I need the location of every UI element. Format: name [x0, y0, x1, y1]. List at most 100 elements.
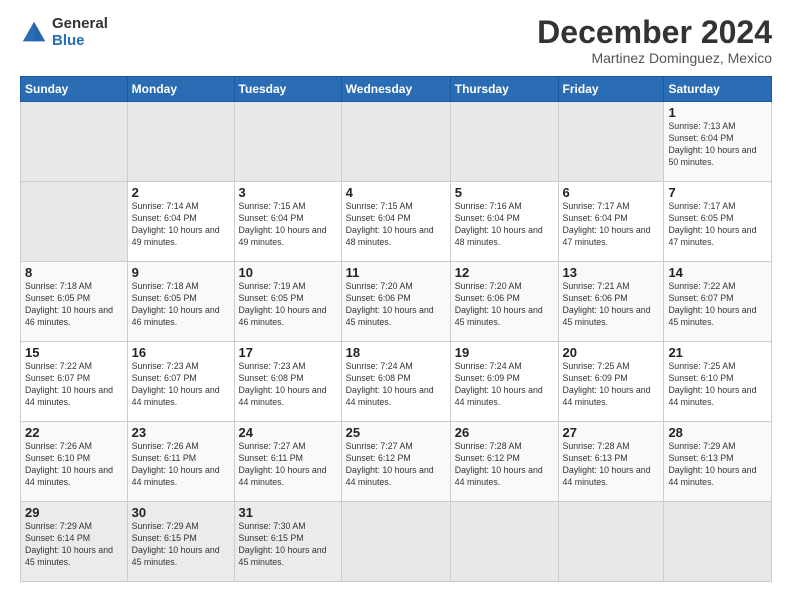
calendar-cell — [127, 102, 234, 182]
day-info: Sunrise: 7:24 AMSunset: 6:09 PMDaylight:… — [455, 361, 554, 409]
day-of-week-header: Thursday — [450, 77, 558, 102]
day-of-week-header: Friday — [558, 77, 664, 102]
calendar-cell: 21Sunrise: 7:25 AMSunset: 6:10 PMDayligh… — [664, 342, 772, 422]
location: Martinez Dominguez, Mexico — [537, 50, 772, 66]
day-number: 15 — [25, 345, 123, 360]
calendar-cell — [664, 502, 772, 582]
day-info: Sunrise: 7:15 AMSunset: 6:04 PMDaylight:… — [346, 201, 446, 249]
day-number: 24 — [239, 425, 337, 440]
day-info: Sunrise: 7:14 AMSunset: 6:04 PMDaylight:… — [132, 201, 230, 249]
calendar-cell: 19Sunrise: 7:24 AMSunset: 6:09 PMDayligh… — [450, 342, 558, 422]
day-number: 8 — [25, 265, 123, 280]
day-number: 30 — [132, 505, 230, 520]
month-title: December 2024 — [537, 16, 772, 48]
day-info: Sunrise: 7:17 AMSunset: 6:04 PMDaylight:… — [563, 201, 660, 249]
calendar-cell: 3Sunrise: 7:15 AMSunset: 6:04 PMDaylight… — [234, 182, 341, 262]
calendar-cell — [558, 102, 664, 182]
calendar-page: General Blue December 2024 Martinez Domi… — [0, 0, 792, 612]
day-info: Sunrise: 7:13 AMSunset: 6:04 PMDaylight:… — [668, 121, 767, 169]
calendar-cell: 25Sunrise: 7:27 AMSunset: 6:12 PMDayligh… — [341, 422, 450, 502]
day-number: 2 — [132, 185, 230, 200]
calendar-cell: 18Sunrise: 7:24 AMSunset: 6:08 PMDayligh… — [341, 342, 450, 422]
calendar-week-row: 22Sunrise: 7:26 AMSunset: 6:10 PMDayligh… — [21, 422, 772, 502]
day-number: 6 — [563, 185, 660, 200]
calendar-cell: 24Sunrise: 7:27 AMSunset: 6:11 PMDayligh… — [234, 422, 341, 502]
day-info: Sunrise: 7:29 AMSunset: 6:14 PMDaylight:… — [25, 521, 123, 569]
calendar-header-row: SundayMondayTuesdayWednesdayThursdayFrid… — [21, 77, 772, 102]
calendar-cell: 30Sunrise: 7:29 AMSunset: 6:15 PMDayligh… — [127, 502, 234, 582]
calendar-week-row: 29Sunrise: 7:29 AMSunset: 6:14 PMDayligh… — [21, 502, 772, 582]
day-info: Sunrise: 7:22 AMSunset: 6:07 PMDaylight:… — [668, 281, 767, 329]
day-number: 25 — [346, 425, 446, 440]
day-info: Sunrise: 7:26 AMSunset: 6:11 PMDaylight:… — [132, 441, 230, 489]
day-number: 29 — [25, 505, 123, 520]
day-of-week-header: Wednesday — [341, 77, 450, 102]
day-number: 1 — [668, 105, 767, 120]
day-info: Sunrise: 7:23 AMSunset: 6:07 PMDaylight:… — [132, 361, 230, 409]
day-info: Sunrise: 7:29 AMSunset: 6:15 PMDaylight:… — [132, 521, 230, 569]
day-info: Sunrise: 7:23 AMSunset: 6:08 PMDaylight:… — [239, 361, 337, 409]
day-info: Sunrise: 7:25 AMSunset: 6:10 PMDaylight:… — [668, 361, 767, 409]
day-info: Sunrise: 7:17 AMSunset: 6:05 PMDaylight:… — [668, 201, 767, 249]
day-number: 7 — [668, 185, 767, 200]
day-number: 18 — [346, 345, 446, 360]
day-number: 5 — [455, 185, 554, 200]
calendar-cell: 28Sunrise: 7:29 AMSunset: 6:13 PMDayligh… — [664, 422, 772, 502]
title-area: December 2024 Martinez Dominguez, Mexico — [537, 16, 772, 66]
day-of-week-header: Saturday — [664, 77, 772, 102]
day-number: 4 — [346, 185, 446, 200]
day-of-week-header: Tuesday — [234, 77, 341, 102]
calendar-cell — [234, 102, 341, 182]
day-number: 31 — [239, 505, 337, 520]
logo: General Blue — [20, 16, 108, 49]
day-number: 28 — [668, 425, 767, 440]
day-number: 13 — [563, 265, 660, 280]
calendar-cell: 27Sunrise: 7:28 AMSunset: 6:13 PMDayligh… — [558, 422, 664, 502]
calendar-week-row: 8Sunrise: 7:18 AMSunset: 6:05 PMDaylight… — [21, 262, 772, 342]
calendar-cell — [341, 502, 450, 582]
header: General Blue December 2024 Martinez Domi… — [20, 16, 772, 66]
day-number: 22 — [25, 425, 123, 440]
calendar-cell: 23Sunrise: 7:26 AMSunset: 6:11 PMDayligh… — [127, 422, 234, 502]
calendar-cell — [21, 182, 128, 262]
day-of-week-header: Monday — [127, 77, 234, 102]
day-info: Sunrise: 7:20 AMSunset: 6:06 PMDaylight:… — [455, 281, 554, 329]
calendar-cell: 7Sunrise: 7:17 AMSunset: 6:05 PMDaylight… — [664, 182, 772, 262]
calendar-cell — [341, 102, 450, 182]
logo-blue: Blue — [52, 33, 108, 50]
day-info: Sunrise: 7:20 AMSunset: 6:06 PMDaylight:… — [346, 281, 446, 329]
calendar-cell: 10Sunrise: 7:19 AMSunset: 6:05 PMDayligh… — [234, 262, 341, 342]
calendar-cell: 16Sunrise: 7:23 AMSunset: 6:07 PMDayligh… — [127, 342, 234, 422]
day-info: Sunrise: 7:16 AMSunset: 6:04 PMDaylight:… — [455, 201, 554, 249]
day-info: Sunrise: 7:21 AMSunset: 6:06 PMDaylight:… — [563, 281, 660, 329]
calendar-cell: 8Sunrise: 7:18 AMSunset: 6:05 PMDaylight… — [21, 262, 128, 342]
calendar-table: SundayMondayTuesdayWednesdayThursdayFrid… — [20, 76, 772, 582]
day-number: 27 — [563, 425, 660, 440]
day-number: 17 — [239, 345, 337, 360]
calendar-cell: 15Sunrise: 7:22 AMSunset: 6:07 PMDayligh… — [21, 342, 128, 422]
day-number: 14 — [668, 265, 767, 280]
calendar-cell: 9Sunrise: 7:18 AMSunset: 6:05 PMDaylight… — [127, 262, 234, 342]
calendar-cell — [21, 102, 128, 182]
logo-general: General — [52, 16, 108, 33]
day-info: Sunrise: 7:15 AMSunset: 6:04 PMDaylight:… — [239, 201, 337, 249]
calendar-cell: 31Sunrise: 7:30 AMSunset: 6:15 PMDayligh… — [234, 502, 341, 582]
calendar-cell: 5Sunrise: 7:16 AMSunset: 6:04 PMDaylight… — [450, 182, 558, 262]
calendar-week-row: 15Sunrise: 7:22 AMSunset: 6:07 PMDayligh… — [21, 342, 772, 422]
calendar-cell: 14Sunrise: 7:22 AMSunset: 6:07 PMDayligh… — [664, 262, 772, 342]
calendar-cell: 2Sunrise: 7:14 AMSunset: 6:04 PMDaylight… — [127, 182, 234, 262]
day-info: Sunrise: 7:27 AMSunset: 6:12 PMDaylight:… — [346, 441, 446, 489]
calendar-week-row: 2Sunrise: 7:14 AMSunset: 6:04 PMDaylight… — [21, 182, 772, 262]
day-info: Sunrise: 7:19 AMSunset: 6:05 PMDaylight:… — [239, 281, 337, 329]
day-info: Sunrise: 7:18 AMSunset: 6:05 PMDaylight:… — [25, 281, 123, 329]
day-number: 16 — [132, 345, 230, 360]
logo-icon — [20, 19, 48, 47]
calendar-cell: 17Sunrise: 7:23 AMSunset: 6:08 PMDayligh… — [234, 342, 341, 422]
calendar-cell: 29Sunrise: 7:29 AMSunset: 6:14 PMDayligh… — [21, 502, 128, 582]
day-info: Sunrise: 7:22 AMSunset: 6:07 PMDaylight:… — [25, 361, 123, 409]
day-info: Sunrise: 7:25 AMSunset: 6:09 PMDaylight:… — [563, 361, 660, 409]
day-of-week-header: Sunday — [21, 77, 128, 102]
day-info: Sunrise: 7:28 AMSunset: 6:13 PMDaylight:… — [563, 441, 660, 489]
calendar-cell — [558, 502, 664, 582]
calendar-cell: 22Sunrise: 7:26 AMSunset: 6:10 PMDayligh… — [21, 422, 128, 502]
